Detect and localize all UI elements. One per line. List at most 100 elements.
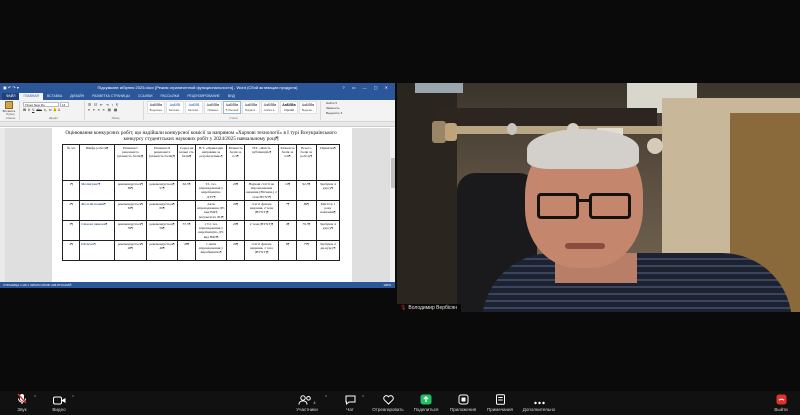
- apps-icon: [458, 394, 468, 405]
- audio-button[interactable]: Звук: [12, 391, 32, 415]
- superscript-button[interactable]: x²: [49, 108, 52, 112]
- table-cell: рекомендується¶ 57¶: [145, 180, 179, 201]
- share-screen-icon: [420, 394, 432, 405]
- chat-options-chevron-icon[interactable]: ⌃: [361, 395, 365, 401]
- tab-home[interactable]: ГЛАВНАЯ: [19, 93, 43, 100]
- apps-button[interactable]: Приложения: [446, 391, 480, 415]
- share-button[interactable]: Поделиться: [410, 391, 442, 415]
- table-cell: рекомендується¶ 65¶: [145, 200, 179, 221]
- audio-label: Звук: [17, 407, 27, 412]
- video-camera-icon: [52, 396, 65, 405]
- style-normal[interactable]: АаБбВв ¶ Обычный: [223, 101, 241, 114]
- shared-screen-tile[interactable]: ▣ ↶ ↷ ▾ Підсумкове кібірння 2025.docx [Р…: [0, 83, 395, 288]
- participants-count: 4: [313, 400, 316, 405]
- shelf: [437, 108, 657, 126]
- table-cell: 2¶: [61, 200, 81, 221]
- video-button[interactable]: Видео: [49, 391, 69, 415]
- table-cell: 4¶: [61, 240, 81, 261]
- font-color-button[interactable]: A: [58, 108, 60, 112]
- tab-view[interactable]: ВИД: [224, 93, 239, 100]
- mic-off-icon: [17, 393, 27, 404]
- gray-hair: [527, 129, 639, 169]
- chat-button[interactable]: Чат: [340, 391, 360, 415]
- header-average: Серед ня кількі сть балів¶: [177, 144, 196, 181]
- react-button[interactable]: Отреагировать: [370, 391, 406, 415]
- table-cell: Акти впровадження ДУ, вид ВФЗ, результат…: [194, 200, 228, 221]
- table-cell: Т.І. тез. впровадження у виробництво ДТУ…: [194, 180, 228, 201]
- figurine-1: [432, 121, 446, 143]
- table-cell: рекомендується¶ 56¶: [145, 220, 179, 241]
- notes-button[interactable]: Примечания: [483, 391, 517, 415]
- tab-references[interactable]: ССЫЛКИ: [134, 93, 157, 100]
- share-label: Поделиться: [413, 407, 439, 412]
- paragraph-group: ☰ ☷ ⇤ ⇥ ↕ ¶ ≡ ≡ ≡ ≡ ▤ ▦ Абзац: [88, 101, 144, 120]
- font-group-label: Шрифт: [48, 116, 59, 120]
- tab-layout[interactable]: РАЗМЕТКА СТРАНИЦЫ: [88, 93, 134, 100]
- header-reviewer-2: Рішення ІІ рецензента (кількість балів)¶: [145, 144, 179, 181]
- participant-name-label: 🎙︎ Володимир Вербісян: [397, 304, 461, 312]
- style-heading-1[interactable]: АаБбВ Заголово...: [166, 101, 184, 114]
- style-emphasis[interactable]: АаБбВв Выделение: [147, 101, 165, 114]
- font-name-field[interactable]: Times New Ro: [23, 102, 59, 107]
- participants-icon: [298, 395, 312, 405]
- style-subtle-emphasis[interactable]: АаБбВв Слабое в...: [261, 101, 279, 114]
- participants-options-chevron-icon[interactable]: ⌃: [324, 395, 328, 401]
- tab-file[interactable]: ФАЙЛ: [2, 93, 20, 100]
- style-strong[interactable]: АаБбВв Строгий: [280, 101, 298, 114]
- paragraph-group-label: Абзац: [111, 116, 120, 120]
- strikethrough-button[interactable]: abc: [36, 108, 41, 112]
- tab-review[interactable]: РЕЦЕНЗИРОВАНИЕ: [183, 93, 224, 100]
- tab-mailings[interactable]: РАССЫЛКИ: [156, 93, 183, 100]
- table-cell: 20¶: [226, 180, 245, 201]
- header-code: Шифр роботи¶: [79, 144, 115, 181]
- style-subtitle[interactable]: АаБбВв Подзагол...: [242, 101, 260, 114]
- word-ribbon-tabs: ФАЙЛ ГЛАВНАЯ ВСТАВКА ДИЗАЙН РАЗМЕТКА СТР…: [0, 92, 395, 100]
- table-cell: рекомендується¶ 69¶: [113, 180, 147, 201]
- style-heading-2[interactable]: АаБбВ Заголово...: [185, 101, 203, 114]
- document-area[interactable]: Оцінювання конкурсних робіт, що надійшли…: [0, 128, 395, 282]
- audio-options-chevron-icon[interactable]: ⌃: [33, 395, 37, 401]
- document-scrollbar[interactable]: [389, 128, 395, 282]
- table-cell: Жолі-Цілюший¶: [79, 200, 115, 221]
- more-button[interactable]: Дополнительно: [519, 391, 559, 415]
- table-cell: 1¶: [61, 180, 81, 201]
- table-cell: 92,5¶: [295, 180, 317, 201]
- leave-button[interactable]: Выйти: [770, 391, 792, 415]
- clipboard-group: Вставить Буфер обмена: [2, 101, 20, 120]
- participants-button[interactable]: 4 Участники: [292, 391, 322, 415]
- subscript-button[interactable]: x₂: [44, 108, 47, 112]
- style-title[interactable]: АаБбВв Название: [204, 101, 222, 114]
- table-cell: 6¶: [278, 240, 297, 261]
- tab-insert[interactable]: ВСТАВКА: [43, 93, 66, 100]
- evaluation-table[interactable]: № з/п Шифр роботи¶ Рішення І рецензента …: [61, 144, 341, 261]
- quick-access-toolbar[interactable]: ▣ ↶ ↷ ▾: [3, 83, 19, 92]
- document-page[interactable]: Оцінювання конкурсних робіт, що надійшли…: [52, 128, 352, 282]
- video-options-chevron-icon[interactable]: ⌃: [71, 395, 75, 401]
- participants-label: Участники: [296, 407, 318, 412]
- scrollbar-thumb[interactable]: [391, 158, 395, 188]
- paragraph-buttons[interactable]: ☰ ☷ ⇤ ⇥ ↕ ¶: [88, 103, 140, 107]
- clipboard-group-label: Буфер обмена: [5, 112, 16, 120]
- participant-video-tile[interactable]: 🎙︎ Володимир Вербісян: [397, 83, 800, 312]
- style-intense-emphasis[interactable]: АаБбВв Выделен...: [299, 101, 317, 114]
- table-row: 1¶ Мелінгрант¶ рекомендується¶ 69¶ реком…: [61, 180, 341, 201]
- select-button[interactable]: Выделить ▾: [324, 111, 349, 116]
- leave-label: Выйти: [774, 407, 788, 412]
- zoom-level[interactable]: 100%: [383, 282, 391, 288]
- figurine-2: [445, 123, 457, 141]
- table-cell: 20¶: [226, 220, 245, 241]
- glasses-left-lens: [537, 193, 579, 219]
- table-cell: 7¶: [278, 200, 297, 221]
- highlight-button[interactable]: A: [53, 108, 56, 112]
- table-cell: 48¶: [177, 240, 196, 261]
- align-buttons[interactable]: ≡ ≡ ≡ ≡ ▤ ▦: [88, 108, 140, 112]
- italic-button[interactable]: К: [28, 108, 30, 112]
- table-cell: 62,5¶: [177, 180, 196, 201]
- word-window-controls[interactable]: ? ▭ — ▢ ✕: [342, 83, 391, 92]
- tab-design[interactable]: ДИЗАЙН: [66, 93, 88, 100]
- underline-button[interactable]: Ч: [32, 108, 34, 112]
- font-size-field[interactable]: 14: [60, 102, 69, 107]
- heart-icon: [382, 395, 394, 405]
- bold-button[interactable]: Ж: [23, 108, 26, 112]
- header-applied: Н.Т. «Прикладні напрямки за результатами…: [194, 144, 228, 181]
